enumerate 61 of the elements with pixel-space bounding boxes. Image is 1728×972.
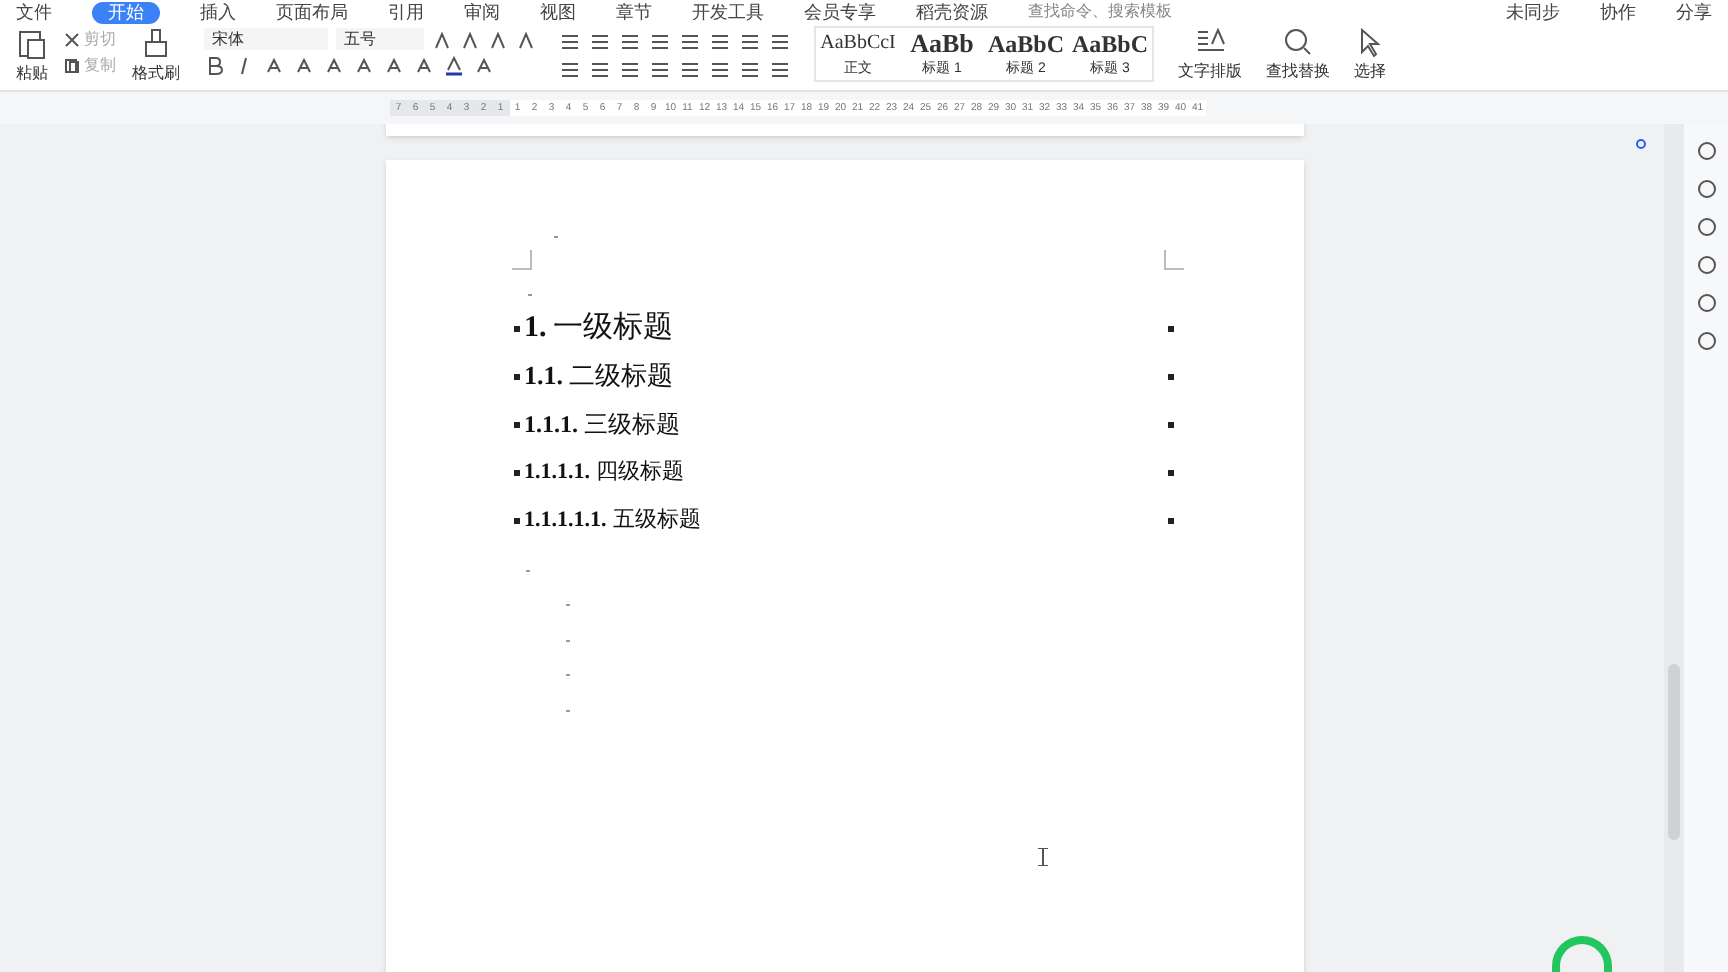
- toolbar-button[interactable]: 粘贴: [16, 24, 48, 84]
- menu-tab[interactable]: 页面布局: [276, 1, 348, 23]
- bullet-mark: [514, 373, 520, 379]
- ring-mark: [1552, 936, 1612, 972]
- heading-text: 1.1.1.1. 四级标题: [524, 457, 684, 488]
- menu-tab[interactable]: 会员专享: [804, 1, 876, 23]
- bullet-mark: [1168, 517, 1174, 523]
- paragraph-mark: [566, 604, 570, 606]
- menu-tab[interactable]: 稻壳资源: [916, 1, 988, 23]
- bullet-mark: [1168, 469, 1174, 475]
- paragraph-mark: [528, 294, 532, 296]
- scissors-icon[interactable]: [64, 32, 80, 48]
- text-cursor-icon: [1038, 848, 1048, 866]
- paragraph-mark: [526, 570, 530, 572]
- font-name-field[interactable]: 宋体: [204, 28, 328, 50]
- menu-tab[interactable]: 审阅: [464, 1, 500, 23]
- toolbar-button[interactable]: 文字排版: [1178, 24, 1242, 82]
- heading-text: 1.1. 二级标题: [524, 358, 673, 395]
- paragraph-mark: [566, 674, 570, 676]
- bullet-mark: [514, 421, 520, 427]
- crop-mark: [1164, 250, 1184, 270]
- toolbar-button[interactable]: 选择: [1354, 24, 1386, 82]
- toolbar-button[interactable]: 查找替换: [1266, 24, 1330, 82]
- heading-text: 1. 一级标题: [524, 309, 673, 348]
- toolbar-action[interactable]: 协作: [1600, 1, 1636, 23]
- menu-tab[interactable]: 插入: [200, 1, 236, 23]
- bold-icon[interactable]: [204, 56, 224, 76]
- menu-tab[interactable]: 引用: [388, 1, 424, 23]
- style-sample: AaBbC: [988, 28, 1065, 60]
- style-sample: AaBbCcI: [820, 30, 896, 58]
- scrollbar-thumb[interactable]: [1668, 664, 1680, 840]
- heading-text: 1.1.1. 三级标题: [524, 408, 680, 442]
- bullet-mark: [1168, 421, 1174, 427]
- font-color-icon[interactable]: [444, 56, 464, 76]
- bullet-mark: [514, 469, 520, 475]
- style-sample: AaBbC: [1072, 28, 1149, 60]
- heading-text: 1.1.1.1.1. 五级标题: [524, 505, 701, 536]
- justify-icon[interactable]: [650, 60, 670, 80]
- brush-icon[interactable]: [144, 28, 168, 60]
- menu-tab[interactable]: 文件: [16, 1, 52, 23]
- toolbar-action[interactable]: 未同步: [1506, 1, 1560, 23]
- paste-icon[interactable]: [18, 28, 46, 60]
- menu-tab[interactable]: 章节: [616, 1, 652, 23]
- crop-mark: [512, 250, 532, 270]
- bullet-mark: [1168, 325, 1174, 331]
- style-sample: AaBb: [910, 28, 974, 60]
- bullet-mark: [514, 325, 520, 331]
- paragraph-mark: [566, 710, 570, 712]
- menu-tab[interactable]: 视图: [540, 1, 576, 23]
- menu-tab[interactable]: 开始: [92, 1, 160, 23]
- toolbar-button[interactable]: 格式刷: [132, 24, 180, 84]
- copy-icon[interactable]: [64, 58, 80, 74]
- toolbar-action[interactable]: 分享: [1676, 1, 1712, 23]
- paragraph-mark: [554, 236, 558, 238]
- search-field[interactable]: 查找命令、搜索模板: [1028, 2, 1188, 22]
- menu-tab[interactable]: 开发工具: [692, 1, 764, 23]
- search-icon[interactable]: [1283, 28, 1313, 58]
- paragraph-mark: [566, 640, 570, 642]
- font-size-field[interactable]: 五号: [336, 28, 424, 50]
- bullet-mark: [1168, 373, 1174, 379]
- bullet-mark: [514, 517, 520, 523]
